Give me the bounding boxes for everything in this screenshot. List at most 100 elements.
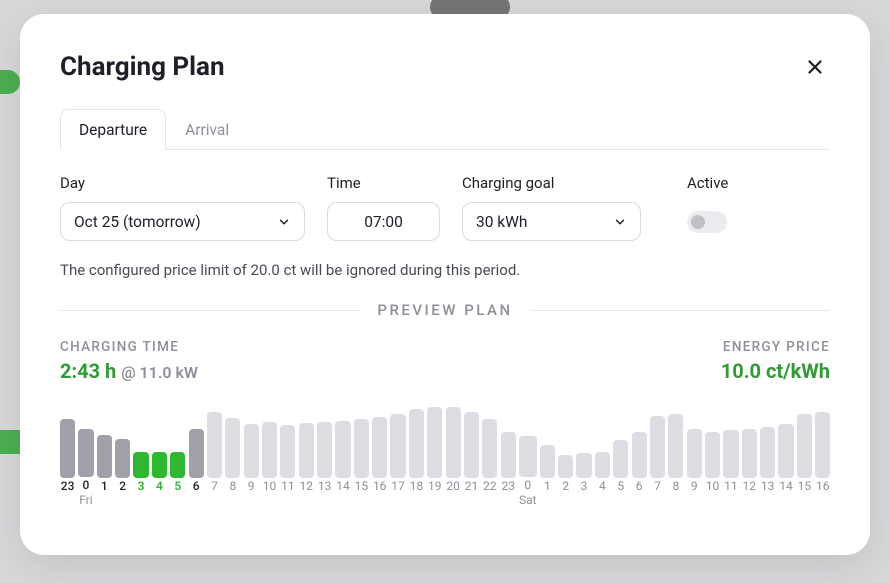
chart-tick: 15: [798, 480, 812, 493]
active-toggle[interactable]: [687, 211, 727, 233]
chart-tick: 8: [229, 480, 236, 493]
chart-tick: 3: [138, 480, 145, 493]
chart-bar-fill: [650, 416, 665, 478]
chart-bar-fill: [78, 429, 93, 477]
time-value: 07:00: [364, 213, 403, 231]
chart-bar: 16: [372, 417, 387, 507]
chart-bar-fill: [97, 435, 112, 478]
chart-tick: 4: [599, 480, 606, 493]
chart-bar: 15: [797, 414, 812, 507]
chart-bar: 22: [482, 419, 497, 507]
chart-bar: 18: [409, 409, 424, 507]
chart-bar-fill: [595, 452, 610, 478]
chart-bar-fill: [723, 430, 738, 478]
chart-day-label: Sat: [519, 494, 537, 507]
goal-label: Charging goal: [462, 174, 641, 192]
chart-bar-fill: [354, 419, 369, 478]
chart-bar: 5: [613, 440, 628, 507]
chart-bar: 4: [152, 452, 167, 507]
chart-bar: 3: [576, 453, 591, 507]
chart-tick: 12: [300, 480, 314, 493]
chart-tick: 13: [318, 480, 332, 493]
page-title: Charging Plan: [60, 52, 225, 82]
chart-bar: 14: [335, 421, 350, 507]
chart-tick: 2: [119, 480, 126, 493]
chart-tick: 5: [174, 480, 181, 493]
energy-price-label: ENERGY PRICE: [721, 339, 830, 355]
charging-plan-modal: Charging Plan Departure Arrival Day Oct …: [20, 14, 870, 555]
chart-bar: 19: [427, 407, 442, 507]
chart-tick: 23: [61, 480, 75, 493]
chart-tick: 10: [706, 480, 720, 493]
charging-time-value: 2:43 h @ 11.0 kW: [60, 359, 198, 383]
chevron-down-icon: [277, 215, 291, 229]
close-button[interactable]: [800, 52, 830, 82]
day-value: Oct 25 (tomorrow): [74, 213, 201, 231]
chart-tick: 1: [544, 480, 551, 493]
preview-divider: PREVIEW PLAN: [60, 301, 830, 319]
chart-bar: 21: [464, 412, 479, 507]
time-input[interactable]: 07:00: [327, 202, 440, 241]
chart-bar: 8: [225, 418, 240, 507]
chart-bar: 11: [280, 425, 295, 507]
chart-bar-fill: [244, 424, 259, 478]
chart-bar: 1: [540, 445, 555, 507]
tabs: Departure Arrival: [60, 108, 830, 150]
chart-tick: 16: [373, 480, 387, 493]
chart-bar-fill: [576, 453, 591, 478]
chart-bar-fill: [742, 429, 757, 478]
chart-bar: 10: [705, 432, 720, 507]
goal-select[interactable]: 30 kWh: [462, 202, 641, 241]
chart-bar-fill: [317, 422, 332, 478]
chart-bar-fill: [170, 452, 185, 478]
charging-time-label: CHARGING TIME: [60, 339, 198, 355]
chart-tick: 0: [83, 479, 90, 492]
chart-tick: 15: [355, 480, 369, 493]
chart-tick: 6: [193, 480, 200, 493]
chart-tick: 11: [724, 480, 738, 493]
chart-tick: 8: [672, 480, 679, 493]
chart-tick: 5: [617, 480, 624, 493]
price-chart: 230Fri1234567891011121314151617181920212…: [60, 397, 830, 507]
chart-bar-fill: [632, 432, 647, 478]
chart-bar: 12: [742, 429, 757, 507]
modal-header: Charging Plan: [60, 52, 830, 82]
chart-tick: 7: [211, 480, 218, 493]
chart-tick: 9: [248, 480, 255, 493]
chart-bar: 13: [317, 422, 332, 507]
chart-bar: 3: [133, 452, 148, 507]
chart-bar-fill: [501, 432, 516, 478]
chart-bar-fill: [262, 422, 277, 478]
chart-tick: 6: [636, 480, 643, 493]
chart-bar-fill: [797, 414, 812, 478]
day-label: Day: [60, 174, 305, 192]
time-label: Time: [327, 174, 440, 192]
chart-bar: 12: [299, 423, 314, 507]
tab-departure[interactable]: Departure: [60, 109, 166, 150]
chart-bar-fill: [519, 436, 537, 477]
stats-row: CHARGING TIME 2:43 h @ 11.0 kW ENERGY PR…: [60, 339, 830, 383]
tab-arrival[interactable]: Arrival: [166, 109, 248, 150]
chart-bar-fill: [207, 412, 222, 478]
price-limit-note: The configured price limit of 20.0 ct wi…: [60, 261, 830, 279]
chart-bar: 1: [97, 435, 112, 507]
active-group: Active: [687, 174, 728, 241]
chart-tick: 19: [428, 480, 442, 493]
chart-bar: 2: [558, 455, 573, 507]
chart-tick: 23: [501, 480, 515, 493]
chart-tick: 17: [391, 480, 405, 493]
day-select[interactable]: Oct 25 (tomorrow): [60, 202, 305, 241]
chart-bar: 9: [687, 429, 702, 507]
chart-tick: 3: [581, 480, 588, 493]
chart-tick: 20: [446, 480, 460, 493]
chart-bar-fill: [427, 407, 442, 478]
chart-tick: 22: [483, 480, 497, 493]
chart-bar: 2: [115, 439, 130, 507]
chart-bar-fill: [60, 419, 75, 478]
chart-bar: 9: [244, 424, 259, 507]
chart-tick: 2: [562, 480, 569, 493]
preview-label: PREVIEW PLAN: [377, 301, 512, 319]
form-row: Day Oct 25 (tomorrow) Time 07:00 Chargin…: [60, 174, 830, 241]
chart-bar: 10: [262, 422, 277, 507]
time-group: Time 07:00: [327, 174, 440, 241]
